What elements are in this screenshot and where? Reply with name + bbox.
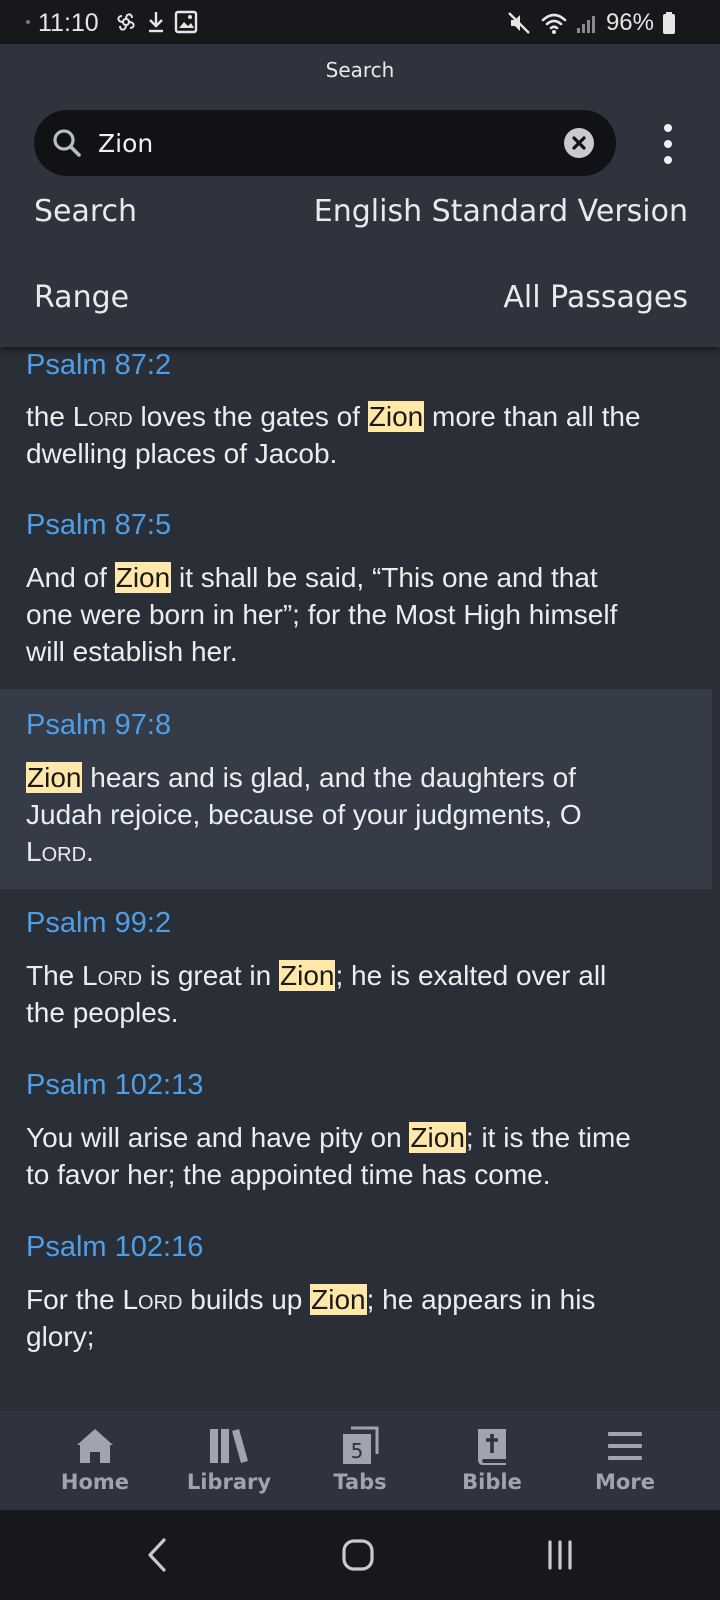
battery-percent: 96% [605,9,654,36]
search-header: Search Search English Standard Version R… [0,44,720,347]
verse-text: For the [26,1284,123,1315]
verse-text: it shall be said, “This one and that [171,562,598,593]
library-icon [210,1429,248,1463]
mute-icon [508,12,530,34]
result-reference[interactable]: Psalm 87:5 [26,509,171,542]
image-icon [174,10,198,34]
result-verse: And of Zion it shall be said, “This one … [26,559,696,670]
nav-bible[interactable]: Bible [427,1411,557,1510]
verse-text: to favor her; the appointed time has com… [26,1159,551,1190]
search-box[interactable] [34,110,616,176]
match-highlight: Zion [409,1122,466,1153]
search-version-row[interactable]: Search English Standard Version [34,194,688,229]
verse-text: hears and is glad, and the daughters of [82,762,576,793]
tabs-icon: 5 [343,1426,379,1464]
range-label: Range [34,280,130,315]
result-verse: The Lord is great in Zion; he is exalted… [26,957,696,1031]
system-status-icons: 96% [506,9,676,37]
match-highlight: Zion [279,960,336,991]
result-reference[interactable]: Psalm 97:8 [26,709,171,742]
download-icon [149,12,163,33]
nav-bible-label: Bible [462,1470,522,1494]
verse-text: Judah rejoice, because of your judgments… [26,799,582,830]
result-item[interactable]: Psalm 87:2 the Lord loves the gates of Z… [0,347,712,507]
result-item[interactable]: Psalm 99:2 The Lord is great in Zion; he… [0,889,712,1051]
lord-smallcaps: Lord [26,836,87,867]
verse-text: builds up [182,1284,311,1315]
match-highlight: Zion [114,562,172,593]
result-item[interactable]: Psalm 102:13 You will arise and have pit… [0,1051,712,1213]
lord-smallcaps: Lord [82,960,143,991]
result-verse: You will arise and have pity on Zion; it… [26,1119,696,1193]
status-bar: 11:10 96% [0,0,720,44]
result-verse: the Lord loves the gates of Zion more th… [26,398,696,472]
result-reference[interactable]: Psalm 99:2 [26,907,171,940]
result-item-selected[interactable]: Psalm 97:8 Zion hears and is glad, and t… [0,689,712,889]
result-verse: For the Lord builds up Zion; he appears … [26,1281,696,1355]
verse-text: dwelling places of Jacob. [26,438,338,469]
system-navigation-bar [0,1510,720,1600]
verse-text: glory; [26,1321,95,1352]
verse-text: ; it is the time [465,1122,631,1153]
back-icon[interactable] [128,1532,188,1578]
search-version-label: Search [34,194,138,229]
wifi-icon [541,13,567,34]
search-version-value: English Standard Version [313,194,688,229]
pinwheel-icon [117,13,135,31]
verse-text: ; he appears in his [366,1284,596,1315]
verse-text: will establish her. [26,636,238,667]
notification-icons [114,9,198,35]
search-results-list: Psalm 87:2 the Lord loves the gates of Z… [0,347,720,1411]
nav-tabs-label: Tabs [333,1470,387,1494]
camera-dot [26,20,30,24]
verse-text: . [86,836,94,867]
verse-text: loves the gates of [132,401,368,432]
page-title: Search [325,58,395,82]
nav-home-label: Home [60,1470,130,1494]
match-highlight: Zion [367,401,425,432]
nav-home[interactable]: Home [30,1411,160,1510]
nav-tabs[interactable]: 5 Tabs [295,1411,425,1510]
menu-icon [608,1432,642,1460]
result-reference[interactable]: Psalm 87:2 [26,349,171,382]
lord-smallcaps: Lord [122,1284,183,1315]
home-button-icon[interactable] [328,1532,388,1578]
bottom-navigation: Home Library 5 Tabs Bible More [0,1411,720,1510]
verse-text: And of [26,562,115,593]
result-verse: Zion hears and is glad, and the daughter… [26,759,696,870]
nav-more[interactable]: More [560,1411,690,1510]
home-icon [77,1429,113,1463]
match-highlight: Zion [310,1284,367,1315]
battery-icon [663,12,675,34]
range-row[interactable]: Range All Passages [34,280,688,315]
nav-library[interactable]: Library [164,1411,294,1510]
search-icon [53,129,81,157]
recents-icon[interactable] [530,1532,590,1578]
verse-text: more than all the [424,401,641,432]
more-options-icon[interactable] [656,124,680,164]
verse-text: the peoples. [26,997,179,1028]
svg-text:5: 5 [351,1439,364,1463]
verse-text: ; he is exalted over all [335,960,607,991]
nav-library-label: Library [186,1470,272,1494]
result-reference[interactable]: Psalm 102:13 [26,1069,203,1102]
result-item[interactable]: Psalm 87:5 And of Zion it shall be said,… [0,507,712,689]
lord-smallcaps: Lord [72,401,133,432]
range-value: All Passages [503,280,688,315]
bible-icon [477,1429,506,1465]
verse-text: You will arise and have pity on [26,1122,410,1153]
nav-more-label: More [595,1470,655,1494]
verse-text: one were born in her”; for the Most High… [26,599,618,630]
status-time: 11:10 [38,9,99,37]
verse-text: The [26,960,83,991]
match-highlight: Zion [26,762,83,793]
result-reference[interactable]: Psalm 102:16 [26,1231,203,1264]
search-input[interactable] [98,123,568,163]
result-item[interactable]: Psalm 102:16 For the Lord builds up Zion… [0,1213,712,1383]
clear-search-icon[interactable] [564,128,594,158]
signal-icon [576,16,595,33]
verse-text: the [26,401,73,432]
verse-text: is great in [142,960,279,991]
